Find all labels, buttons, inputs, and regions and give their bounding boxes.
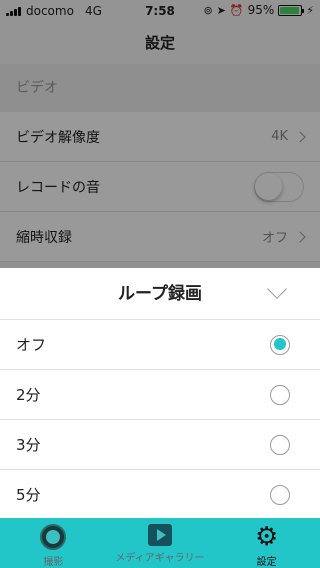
option-3min[interactable]: 3分 xyxy=(0,420,320,470)
radio-selected-icon[interactable] xyxy=(270,334,290,355)
sheet-header: ループ録画 xyxy=(0,268,320,320)
camera-icon xyxy=(40,524,67,550)
option-label: 5分 xyxy=(16,486,41,504)
tab-media-gallery[interactable]: メディアギャラリー xyxy=(107,518,214,568)
radio-icon[interactable] xyxy=(270,484,290,505)
gear-icon: ⚙ xyxy=(255,522,279,552)
radio-icon[interactable] xyxy=(270,384,290,405)
option-label: 3分 xyxy=(16,436,41,454)
loop-recording-sheet: ループ録画 オフ 2分 3分 5分 xyxy=(0,268,320,520)
tab-label: 設定 xyxy=(256,557,277,568)
option-label: 2分 xyxy=(16,386,41,404)
tab-capture[interactable]: 撮影 xyxy=(0,518,107,568)
tab-label: 撮影 xyxy=(43,557,64,568)
tab-label: メディアギャラリー xyxy=(115,553,205,564)
option-5min[interactable]: 5分 xyxy=(0,470,320,520)
tab-bar: 撮影 メディアギャラリー ⚙ 設定 xyxy=(0,518,320,568)
option-label: オフ xyxy=(16,336,47,354)
option-2min[interactable]: 2分 xyxy=(0,370,320,420)
radio-icon[interactable] xyxy=(270,434,290,455)
dim-overlay[interactable] xyxy=(0,0,320,268)
tab-settings[interactable]: ⚙ 設定 xyxy=(213,518,320,568)
gallery-icon xyxy=(148,524,172,546)
option-off[interactable]: オフ xyxy=(0,320,320,370)
